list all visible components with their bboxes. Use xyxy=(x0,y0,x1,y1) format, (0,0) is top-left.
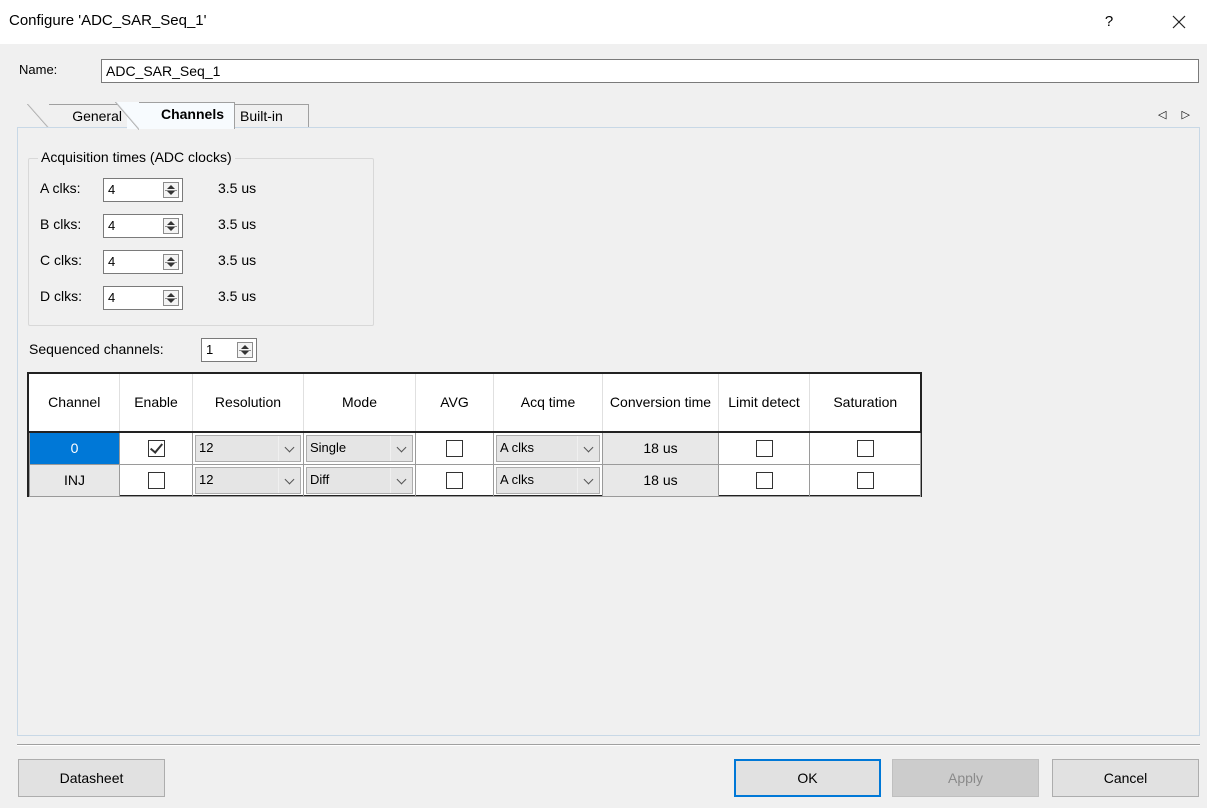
table-row[interactable]: INJ 12 Diff A clks 18 us xyxy=(29,463,921,497)
d-clks-time: 3.5 us xyxy=(218,288,257,304)
limit-detect-cell[interactable] xyxy=(718,431,810,465)
enable-cell[interactable] xyxy=(119,463,193,497)
limit-detect-checkbox[interactable] xyxy=(755,440,773,458)
a-clks-spinner[interactable]: 4 xyxy=(103,178,183,202)
resolution-value: 12 xyxy=(199,439,214,455)
acq-time-dropdown[interactable]: A clks xyxy=(496,466,600,494)
spinner-arrows-icon[interactable] xyxy=(237,342,253,358)
spinner-arrows-icon[interactable] xyxy=(163,218,179,234)
window-title: Configure 'ADC_SAR_Seq_1' xyxy=(9,12,207,29)
acq-time-value: A clks xyxy=(500,439,534,455)
mode-cell[interactable]: Single xyxy=(303,431,416,465)
acquisition-group-title: Acquisition times (ADC clocks) xyxy=(38,149,235,165)
chevron-down-icon[interactable] xyxy=(278,467,300,493)
mode-cell[interactable]: Diff xyxy=(303,463,416,497)
spinner-arrows-icon[interactable] xyxy=(163,182,179,198)
d-clks-label: D clks: xyxy=(40,288,82,304)
chevron-down-icon[interactable] xyxy=(390,467,412,493)
c-clks-spinner[interactable]: 4 xyxy=(103,250,183,274)
chevron-down-icon[interactable] xyxy=(390,435,412,461)
spinner-arrows-icon[interactable] xyxy=(163,290,179,306)
enable-checkbox[interactable] xyxy=(147,471,165,489)
cancel-button[interactable]: Cancel xyxy=(1052,759,1199,797)
resolution-cell[interactable]: 12 xyxy=(192,463,304,497)
acq-time-dropdown[interactable]: A clks xyxy=(496,434,600,462)
channel-cell[interactable]: 0 xyxy=(29,431,120,465)
name-input[interactable] xyxy=(101,59,1199,83)
sequenced-channels-label: Sequenced channels: xyxy=(29,341,164,357)
avg-checkbox[interactable] xyxy=(446,471,463,489)
chevron-down-icon[interactable] xyxy=(577,467,599,493)
column-header-mode[interactable]: Mode xyxy=(303,374,416,433)
column-header-conversion-time[interactable]: Conversion time xyxy=(602,374,719,433)
footer-separator-highlight xyxy=(17,745,1200,746)
sequenced-channels-spinner[interactable]: 1 xyxy=(201,338,257,362)
saturation-checkbox[interactable] xyxy=(856,471,874,489)
enable-cell[interactable] xyxy=(119,431,193,465)
name-label: Name: xyxy=(19,62,58,77)
d-clks-spinner[interactable]: 4 xyxy=(103,286,183,310)
c-clks-time: 3.5 us xyxy=(218,252,257,268)
column-header-acq-time[interactable]: Acq time xyxy=(493,374,603,433)
avg-checkbox[interactable] xyxy=(446,440,463,458)
b-clks-spinner[interactable]: 4 xyxy=(103,214,183,238)
acq-time-cell[interactable]: A clks xyxy=(493,431,603,465)
spinner-arrows-icon[interactable] xyxy=(163,254,179,270)
title-bar: Configure 'ADC_SAR_Seq_1' ? xyxy=(0,0,1207,44)
apply-button[interactable]: Apply xyxy=(892,759,1039,797)
avg-cell[interactable] xyxy=(415,463,494,497)
conversion-time-cell: 18 us xyxy=(602,431,719,465)
saturation-checkbox[interactable] xyxy=(856,440,874,458)
sequenced-channels-value: 1 xyxy=(206,342,214,357)
limit-detect-cell[interactable] xyxy=(718,463,810,497)
close-button[interactable] xyxy=(1164,8,1194,36)
column-header-avg[interactable]: AVG xyxy=(415,374,494,433)
tab-built-in[interactable]: Built-in xyxy=(231,104,309,128)
help-button[interactable]: ? xyxy=(1097,10,1121,34)
tab-scroll-arrows[interactable]: ◁ ▷ xyxy=(1158,108,1196,121)
b-clks-time: 3.5 us xyxy=(218,216,257,232)
avg-cell[interactable] xyxy=(415,431,494,465)
resolution-cell[interactable]: 12 xyxy=(192,431,304,465)
a-clks-label: A clks: xyxy=(40,180,81,196)
tab-channels[interactable]: Channels xyxy=(115,102,235,130)
column-header-limit-detect[interactable]: Limit detect xyxy=(718,374,810,433)
channel-cell[interactable]: INJ xyxy=(29,463,120,497)
resolution-dropdown[interactable]: 12 xyxy=(195,434,301,462)
saturation-cell[interactable] xyxy=(809,463,921,497)
resolution-value: 12 xyxy=(199,471,214,487)
a-clks-value: 4 xyxy=(108,182,116,197)
acq-time-value: A clks xyxy=(500,471,534,487)
resolution-dropdown[interactable]: 12 xyxy=(195,466,301,494)
column-header-saturation[interactable]: Saturation xyxy=(809,374,921,433)
channels-table: Channel Enable Resolution Mode AVG Acq t… xyxy=(27,372,922,497)
table-row[interactable]: 0 12 Single A clks 18 us xyxy=(29,431,921,465)
b-clks-label: B clks: xyxy=(40,216,82,232)
mode-value: Single xyxy=(310,439,347,455)
a-clks-time: 3.5 us xyxy=(218,180,257,196)
ok-button[interactable]: OK xyxy=(734,759,881,797)
column-header-channel[interactable]: Channel xyxy=(29,374,120,433)
column-header-resolution[interactable]: Resolution xyxy=(192,374,304,433)
acq-time-cell[interactable]: A clks xyxy=(493,463,603,497)
mode-dropdown[interactable]: Single xyxy=(306,434,413,462)
mode-value: Diff xyxy=(310,471,330,487)
limit-detect-checkbox[interactable] xyxy=(755,471,773,489)
chevron-down-icon[interactable] xyxy=(577,435,599,461)
d-clks-value: 4 xyxy=(108,290,116,305)
b-clks-value: 4 xyxy=(108,218,116,233)
column-header-enable[interactable]: Enable xyxy=(119,374,193,433)
table-header-row: Channel Enable Resolution Mode AVG Acq t… xyxy=(29,374,921,433)
c-clks-value: 4 xyxy=(108,254,116,269)
mode-dropdown[interactable]: Diff xyxy=(306,466,413,494)
conversion-time-cell: 18 us xyxy=(602,463,719,497)
chevron-down-icon[interactable] xyxy=(278,435,300,461)
close-icon xyxy=(1172,15,1186,29)
datasheet-button[interactable]: Datasheet xyxy=(18,759,165,797)
enable-checkbox[interactable] xyxy=(147,440,165,458)
saturation-cell[interactable] xyxy=(809,431,921,465)
c-clks-label: C clks: xyxy=(40,252,82,268)
tab-strip: General Channels Built-in xyxy=(17,102,617,130)
